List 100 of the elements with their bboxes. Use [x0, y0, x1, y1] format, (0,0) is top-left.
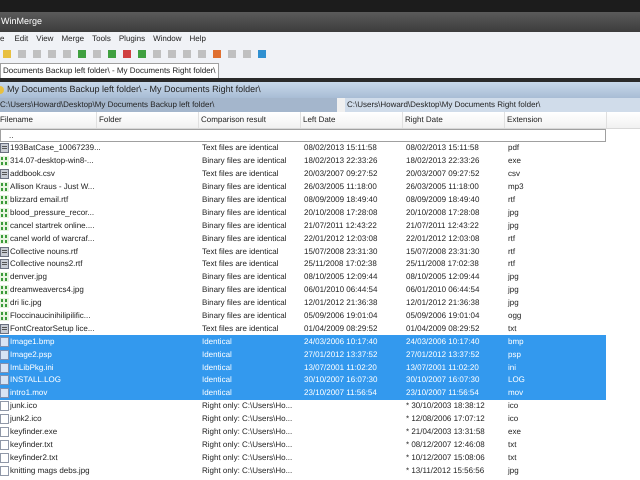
toolbar-button-icon[interactable]	[121, 48, 133, 60]
extension-cell-text: exe	[507, 155, 521, 168]
right-date-cell-text: 30/10/2007 16:07:30	[405, 374, 480, 386]
right-date-cell-text: 08/02/2013 15:11:58	[405, 142, 480, 154]
column-header[interactable]: Folder	[97, 112, 199, 128]
result-cell-text: Binary files are identical	[201, 232, 288, 245]
extension-cell-text: ini	[507, 362, 516, 374]
filename-cell: blizzard email.rtf	[10, 194, 68, 206]
result-cell-text: Right only: C:\Users\Ho...	[201, 413, 294, 426]
right-path: C:\Users\Howard\Desktop\My Documents Right folder\	[345, 98, 640, 112]
menu-item[interactable]: Plugins	[114, 32, 150, 44]
binary-file-icon	[0, 234, 9, 244]
toolbar-button-icon[interactable]	[256, 48, 268, 60]
column-header[interactable]: Filename	[0, 112, 97, 128]
binary-file-icon	[0, 285, 9, 296]
extension-cell-text: csv	[507, 168, 520, 180]
binary-file-icon	[0, 311, 9, 322]
column-header[interactable]: Left Date	[301, 112, 403, 128]
menu-item[interactable]: e	[0, 32, 10, 44]
file-row[interactable]: FontCreatorSetup lice... Text files are identical 01/04/2009 08:29:52 01/04/2009 08:29:52 txt	[0, 322, 606, 336]
filename-cell: Image1.bmp	[10, 336, 54, 348]
extension-cell-text: pdf	[507, 142, 520, 154]
column-header[interactable]: Extension	[505, 112, 607, 128]
right-date-cell-text: 27/01/2012 13:37:52	[405, 348, 480, 361]
file-icon	[0, 414, 9, 424]
text-file-icon	[0, 259, 9, 270]
left-date-cell: 30/10/2007 16:07:30	[304, 375, 378, 384]
right-date-cell-text: 12/01/2012 21:36:38	[405, 297, 480, 310]
result-cell-text: Text files are identical	[201, 258, 280, 270]
filename-cell: keyfinder2.txt	[10, 452, 58, 464]
right-date-cell-text: 20/03/2007 09:27:52	[405, 168, 480, 180]
file-icon	[0, 350, 9, 360]
result-cell-text: Text files are identical	[201, 168, 280, 180]
menu-item[interactable]: Edit	[10, 32, 32, 44]
toolbar-button-icon[interactable]	[211, 48, 223, 60]
menu-item[interactable]: Help	[186, 32, 210, 44]
right-date-cell-text: 23/10/2007 11:56:54	[405, 387, 480, 400]
right-date-cell-text: 26/03/2005 11:18:00	[405, 181, 480, 194]
filename-cell: Collective nouns2.rtf	[10, 258, 82, 270]
extension-cell-text: rtf	[507, 246, 516, 258]
extension-cell-text: jpg	[506, 271, 519, 284]
menu-item[interactable]: Window	[149, 32, 186, 44]
parent-folder-row[interactable]: ..	[1, 130, 14, 142]
file-icon	[0, 427, 9, 438]
file-icon	[0, 375, 9, 386]
result-cell-text: Binary files are identical	[201, 271, 288, 284]
left-date-cell: 25/11/2008 17:02:38	[304, 259, 377, 268]
extension-cell-text: exe	[507, 426, 521, 438]
result-cell-text: Binary files are identical	[201, 206, 288, 219]
left-date-cell: 22/01/2012 12:03:08	[304, 234, 378, 243]
binary-file-icon	[0, 272, 9, 282]
result-cell-text: Identical	[201, 336, 233, 348]
extension-cell-text: ogg	[507, 310, 522, 322]
result-cell-text: Text files are identical	[201, 246, 280, 258]
binary-file-icon	[0, 156, 9, 166]
result-cell-text: Binary files are identical	[201, 310, 288, 322]
left-date-cell: 21/07/2011 12:43:22	[304, 220, 377, 230]
filename-cell: blood_pressure_recor...	[10, 206, 94, 219]
menu-item[interactable]: Tools	[88, 32, 115, 44]
column-header[interactable]: Comparison result	[199, 112, 301, 128]
binary-file-icon	[0, 220, 9, 231]
left-date-cell: 05/09/2006 19:01:04	[304, 311, 378, 320]
result-cell-text: Binary files are identical	[201, 284, 288, 296]
compare-title: My Documents Backup left folder\ - My Documents Right folder\	[7, 83, 261, 96]
right-date-cell-text: * 08/12/2007 12:46:08	[405, 438, 486, 451]
extension-cell-text: rtf	[507, 194, 516, 206]
menu-item[interactable]: Merge	[57, 32, 88, 44]
right-date-cell-text: 13/07/2001 11:02:20	[405, 362, 480, 374]
column-header[interactable]: Right Date	[403, 112, 505, 128]
toolbar-button-icon[interactable]	[76, 48, 88, 60]
result-cell-text: Text files are identical	[201, 142, 280, 154]
right-date-cell-text: * 10/12/2007 15:08:06	[405, 452, 486, 464]
extension-cell-text: txt	[507, 452, 516, 464]
result-cell-text: Binary files are identical	[201, 194, 288, 206]
filename-cell: dreamweavercs4.jpg	[10, 284, 84, 296]
document-tab[interactable]: Documents Backup left folder\ - My Documents Right folder\	[0, 63, 219, 78]
filename-cell: knitting mags debs.jpg	[10, 464, 90, 477]
filename-cell: junk2.ico	[10, 413, 42, 426]
right-date-cell-text: 25/11/2008 17:02:38	[405, 258, 480, 270]
right-date-cell-text: 20/10/2008 17:28:08	[405, 206, 480, 219]
left-date-cell: 13/07/2001 11:02:20	[304, 362, 377, 372]
toolbar-button-icon[interactable]	[106, 48, 118, 60]
filename-cell: intro1.mov	[10, 387, 48, 400]
left-date-cell: 15/07/2008 23:31:30	[304, 246, 378, 256]
file-icon	[0, 401, 9, 412]
filename-cell: FontCreatorSetup lice...	[10, 322, 94, 335]
right-date-cell-text: 08/10/2005 12:09:44	[405, 271, 480, 284]
filename-cell: Collective nouns.rtf	[10, 246, 78, 258]
result-cell-text: Binary files are identical	[201, 181, 288, 194]
filename-cell: 314.07-desktop-win8-...	[10, 155, 94, 168]
left-date-cell: 01/04/2009 08:29:52	[304, 324, 378, 333]
result-cell-text: Right only: C:\Users\Ho...	[201, 464, 294, 477]
menu-item[interactable]: View	[32, 32, 58, 44]
extension-cell-text: mov	[507, 387, 524, 400]
result-cell-text: Text files are identical	[201, 322, 280, 335]
result-cell-text: Binary files are identical	[201, 155, 288, 168]
toolbar-button-icon[interactable]	[136, 48, 148, 60]
extension-cell-text: jpg	[506, 297, 519, 310]
extension-cell-text: txt	[507, 322, 516, 335]
right-date-cell-text: 15/07/2008 23:31:30	[405, 246, 480, 258]
